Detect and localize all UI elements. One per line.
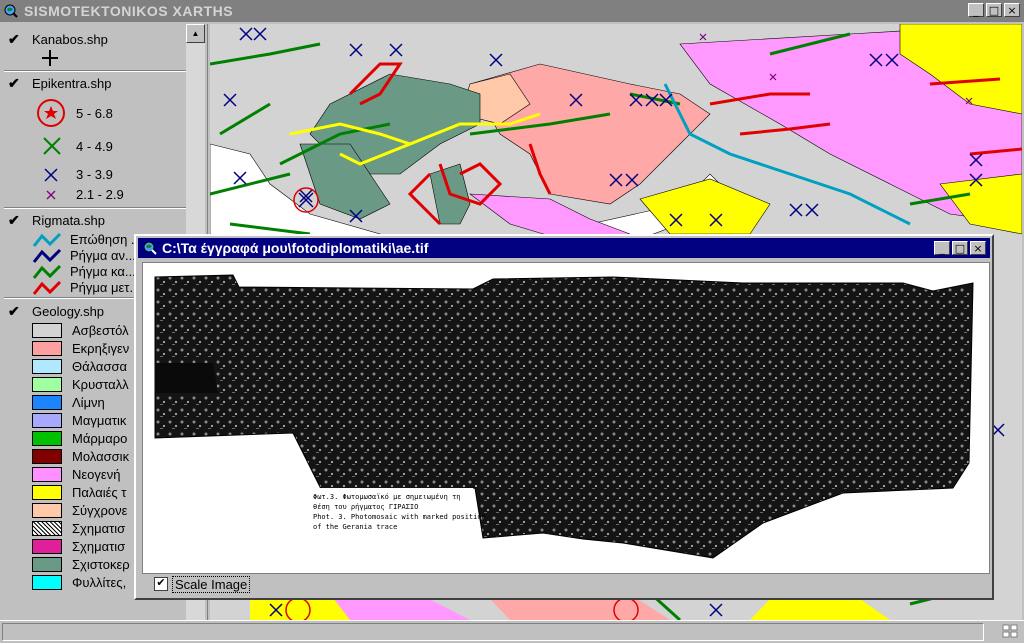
x-large-icon [43, 137, 61, 155]
fault-line-icon [32, 280, 62, 295]
legend-label: Μάρμαρο [72, 431, 128, 446]
layer-name: Epikentra.shp [32, 76, 112, 91]
image-viewer-window[interactable]: C:\Τα έγγραφά μου\fotodiplomatiki\ae.tif… [134, 234, 994, 600]
maximize-button[interactable]: □ [986, 3, 1002, 17]
legend-label: Σχιστοκερ [72, 557, 130, 572]
legend-label: Νεογενή [72, 467, 121, 482]
legend-label: Επώθηση ... [70, 232, 142, 247]
image-viewer-title: C:\Τα έγγραφά μου\fotodiplomatiki\ae.tif [162, 240, 429, 256]
layer-visibility-checkbox[interactable]: ✔ [8, 31, 20, 48]
globe-icon [143, 241, 157, 255]
close-button[interactable]: × [970, 241, 986, 255]
layout-grid-icon[interactable] [1002, 624, 1018, 638]
status-bar [0, 620, 1024, 643]
app-title: SISMOTEKTONIKOS XARTHS [24, 3, 234, 19]
x-small-icon [46, 190, 56, 200]
layer-name: Geology.shp [32, 304, 105, 319]
layer-visibility-checkbox[interactable]: ✔ [8, 212, 20, 229]
fault-line-icon [32, 264, 62, 279]
legend-label: Παλαιές τ [72, 485, 127, 500]
layer-visibility-checkbox[interactable]: ✔ [8, 75, 20, 92]
color-swatch [32, 467, 62, 482]
color-swatch [32, 359, 62, 374]
layer-name: Kanabos.shp [32, 32, 108, 47]
layer-rigmata[interactable]: ✔ Rigmata.shp [0, 209, 186, 231]
minimize-button[interactable]: _ [968, 3, 984, 17]
legend-label: Εκρηξιγεν [72, 341, 130, 356]
legend-label: 2.1 - 2.9 [76, 187, 124, 202]
photo-caption: Φωτ.3. Φωτομωσαϊκό με σημειωμένη τη [313, 493, 461, 501]
photo-caption: Phot. 3. Photomosaic with marked positio… [313, 513, 486, 521]
layer-name: Rigmata.shp [32, 213, 105, 228]
fault-line-icon [32, 232, 62, 247]
color-swatch [32, 413, 62, 428]
legend-label: Ρήγμα μετ... [70, 280, 141, 295]
color-swatch [32, 539, 62, 554]
color-swatch [32, 503, 62, 518]
star-circle-icon [37, 99, 65, 127]
legend-label: Θάλασσα [72, 359, 128, 374]
color-swatch [32, 485, 62, 500]
legend-label: Ασβεστόλ [72, 323, 129, 338]
legend-label: Κρυσταλλ [72, 377, 129, 392]
x-medium-icon [44, 168, 58, 182]
scroll-up-arrow-icon[interactable]: ▲ [186, 24, 205, 43]
legend-label: 3 - 3.9 [76, 167, 113, 182]
photomosaic-graphic: Φωτ.3. Φωτομωσαϊκό με σημειωμένη τη θέση… [154, 274, 974, 559]
scale-image-label: Scale Image [172, 576, 251, 593]
cross-symbol-icon [42, 50, 58, 66]
color-swatch [32, 575, 62, 590]
photomosaic-image: Φωτ.3. Φωτομωσαϊκό με σημειωμένη τη θέση… [142, 262, 990, 574]
minimize-button[interactable]: _ [934, 241, 950, 255]
layer-visibility-checkbox[interactable]: ✔ [8, 303, 20, 320]
app-title-bar: SISMOTEKTONIKOS XARTHS _ □ × [0, 0, 1024, 22]
globe-icon [4, 4, 18, 18]
legend-label: Σχηματισ [72, 521, 126, 536]
close-button[interactable]: × [1004, 3, 1020, 17]
color-swatch [32, 449, 62, 464]
legend-label: 4 - 4.9 [76, 139, 113, 154]
legend-label: Σχηματισ [72, 539, 126, 554]
legend-label: Σύγχρονε [72, 503, 128, 518]
maximize-button[interactable]: □ [952, 241, 968, 255]
color-swatch [32, 377, 62, 392]
fault-line-icon [32, 248, 62, 263]
color-swatch [32, 557, 62, 572]
layer-epikentra[interactable]: ✔ Epikentra.shp [0, 72, 186, 94]
legend-label: Μαγματικ [72, 413, 127, 428]
color-swatch [32, 431, 62, 446]
checkbox-tick-icon[interactable]: ✔ [154, 577, 168, 591]
color-swatch [32, 323, 62, 338]
status-panel [2, 623, 984, 641]
legend-label: Λίμνη [72, 395, 105, 410]
color-swatch [32, 521, 62, 536]
legend-label: Ρήγμα κα... [70, 264, 136, 279]
layer-kanabos[interactable]: ✔ Kanabos.shp [0, 28, 186, 50]
image-viewer-title-bar[interactable]: C:\Τα έγγραφά μου\fotodiplomatiki\ae.tif… [138, 238, 990, 258]
color-swatch [32, 395, 62, 410]
photo-caption: of the Gerania trace [313, 523, 397, 531]
legend-label: Ρήγμα αν... [70, 248, 136, 263]
legend-label: 5 - 6.8 [76, 106, 113, 121]
legend-label: Μολασσικ [72, 449, 130, 464]
photo-caption: θέση του ρήγματος ΓΙΡΑΣΙΟ [313, 503, 418, 511]
color-swatch [32, 341, 62, 356]
legend-label: Φυλλίτες, [72, 575, 127, 590]
